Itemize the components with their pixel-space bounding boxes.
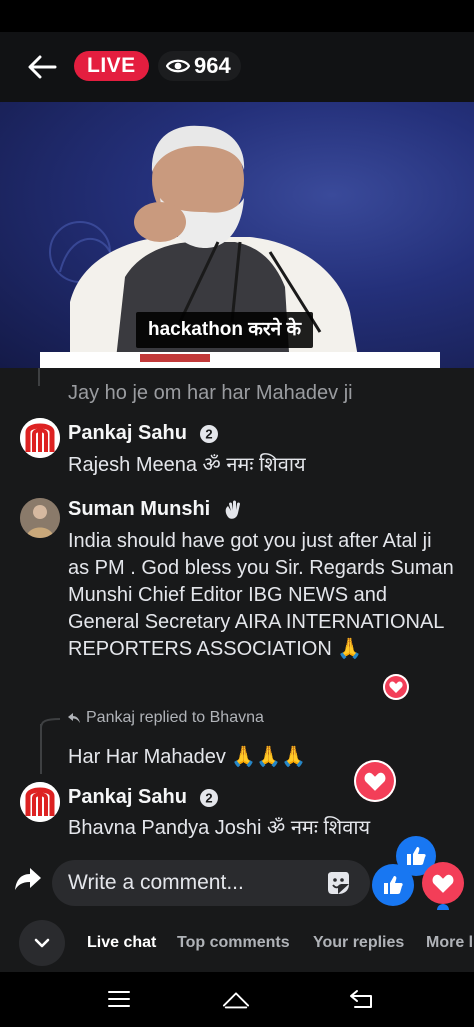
floating-love-reaction: [383, 674, 409, 700]
svg-text:2: 2: [205, 790, 212, 805]
comment-author[interactable]: Pankaj Sahu 2: [68, 422, 219, 445]
recent-apps-button[interactable]: [105, 986, 133, 1012]
thread-connector: [38, 368, 40, 386]
live-caption: hackathon करने के: [136, 312, 314, 348]
back-nav-button[interactable]: [348, 986, 376, 1012]
love-reaction-button[interactable]: [422, 862, 464, 904]
sticker-button[interactable]: [324, 869, 352, 897]
reply-arrow-icon: [68, 713, 80, 723]
comment-composer: Live chat Top comments Your replies More…: [0, 836, 474, 972]
comment-input[interactable]: [52, 860, 370, 906]
author-name: Suman Munshi: [68, 498, 211, 520]
viewer-count-badge: 964: [158, 51, 241, 81]
comment-author[interactable]: Suman Munshi: [68, 498, 244, 521]
reply-connector: [40, 724, 42, 774]
author-name: Pankaj Sahu: [68, 786, 187, 808]
status-bar: [0, 0, 474, 32]
heart-icon: [389, 681, 403, 693]
thumbs-up-icon: [407, 847, 426, 865]
reaction-indicator: [437, 904, 449, 910]
home-button[interactable]: [222, 986, 250, 1012]
tab-live-chat[interactable]: Live chat: [87, 934, 156, 952]
viewer-count: 964: [194, 53, 231, 78]
wave-hand-icon: [225, 500, 241, 519]
avatar[interactable]: [20, 498, 60, 538]
heart-icon: [364, 772, 386, 791]
live-video[interactable]: hackathon करने के: [0, 102, 474, 368]
verified-badge-icon: 2: [199, 424, 218, 443]
heart-icon: [432, 874, 454, 893]
chevron-down-icon: [34, 938, 50, 948]
live-badge: LIVE: [74, 51, 149, 81]
comment-text: India should have got you just after Ata…: [68, 530, 454, 660]
back-button[interactable]: [22, 52, 62, 82]
verified-badge-icon: 2: [199, 788, 218, 807]
comment-text: Bhavna Pandya Joshi ॐ नमः शिवाय: [68, 817, 371, 839]
thumbs-up-icon: [384, 876, 403, 894]
comment-text: Har Har Mahadev 🙏🙏🙏: [68, 746, 307, 768]
home-icon: [222, 992, 250, 1009]
share-button[interactable]: [14, 866, 44, 896]
chat-tabs: Live chat Top comments Your replies More…: [0, 918, 474, 972]
comment-text: Rajesh Meena ॐ नमः शिवाय: [68, 454, 306, 476]
tab-top-comments[interactable]: Top comments: [177, 934, 290, 952]
reply-curve: [40, 718, 61, 728]
share-arrow-icon: [15, 868, 41, 890]
comment-author[interactable]: Pankaj Sahu 2: [68, 786, 219, 809]
live-chat-panel[interactable]: Jay ho je om har har Mahadev ji Pankaj S…: [0, 368, 474, 860]
svg-text:2: 2: [205, 426, 212, 441]
back-nav-icon: [350, 990, 372, 1008]
tab-more[interactable]: More l: [426, 934, 474, 952]
avatar[interactable]: [20, 418, 60, 458]
author-name: Pankaj Sahu: [68, 422, 187, 444]
sticker-icon: [328, 872, 349, 894]
faded-comment: Jay ho je om har har Mahadev ji: [68, 382, 353, 404]
floating-love-reaction: [354, 760, 396, 802]
collapse-chat-button[interactable]: [19, 920, 65, 966]
eye-icon: [166, 59, 190, 73]
reply-meta-text: Pankaj replied to Bhavna: [86, 709, 264, 726]
reply-indicator: Pankaj replied to Bhavna: [68, 709, 264, 727]
avatar-image: [20, 418, 60, 458]
avatar[interactable]: [20, 782, 60, 822]
tab-your-replies[interactable]: Your replies: [313, 934, 404, 952]
menu-lines-icon: [108, 991, 130, 1007]
avatar-image: [20, 498, 60, 538]
live-header: LIVE 964: [0, 32, 474, 102]
like-reaction-button[interactable]: [372, 864, 414, 906]
system-nav-bar: [0, 972, 474, 1027]
back-arrow-icon: [28, 55, 57, 79]
avatar-image: [20, 782, 60, 822]
